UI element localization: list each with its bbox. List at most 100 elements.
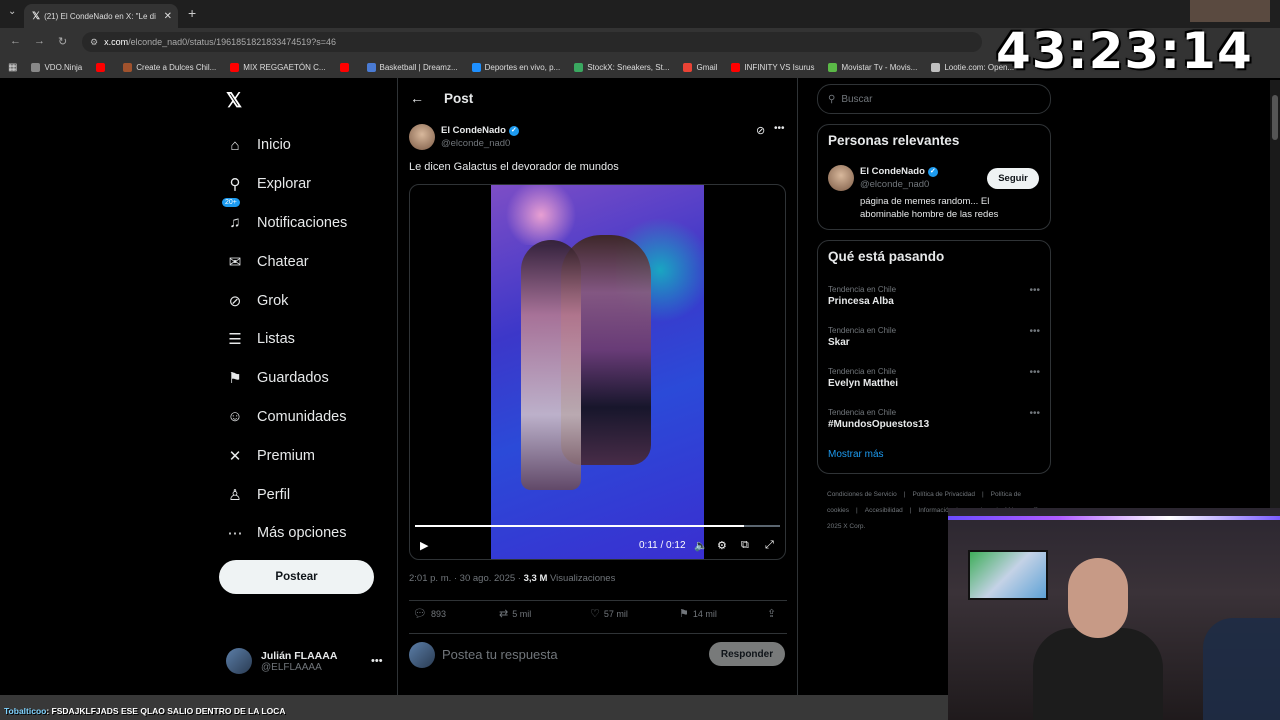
video-player[interactable]: ▶ 0:11 / 0:12 🔈 ⚙ ⧉ ⤢ bbox=[409, 184, 786, 560]
trend-more-icon[interactable]: ••• bbox=[1029, 285, 1040, 296]
tab-title: (21) El CondeNado en X: "Le di bbox=[44, 11, 156, 21]
x-logo-icon[interactable]: 𝕏 bbox=[226, 88, 242, 113]
footer-link[interactable]: Accesibilidad bbox=[865, 507, 903, 514]
account-handle: @ELFLAAAA bbox=[261, 661, 322, 673]
bookmark-label: MIX REGGAETÓN C... bbox=[243, 62, 326, 72]
footer-link[interactable]: Política de Privacidad bbox=[912, 491, 975, 498]
author-name-row[interactable]: El CondeNado ✓ bbox=[441, 125, 519, 136]
bookmark-item[interactable] bbox=[96, 62, 109, 72]
site-info-icon[interactable]: ⚙ bbox=[90, 37, 98, 48]
back-icon[interactable]: ← bbox=[10, 35, 21, 47]
bookmark-label: Create a Dulces Chil... bbox=[136, 62, 217, 72]
sidebar-item-guardados[interactable]: ⚑ Guardados bbox=[226, 359, 347, 398]
share-action[interactable]: ⇪ bbox=[767, 607, 780, 620]
trend-item[interactable]: Tendencia en Chile Princesa Alba ••• bbox=[828, 285, 1040, 307]
video-time: 0:11 / 0:12 bbox=[639, 540, 686, 551]
forward-icon[interactable]: → bbox=[34, 35, 45, 47]
bookmark-item[interactable]: MIX REGGAETÓN C... bbox=[230, 62, 326, 72]
avatar bbox=[409, 642, 435, 668]
trend-name: #MundosOpuestos13 bbox=[828, 419, 930, 430]
sidebar-item-más-opciones[interactable]: ⋯ Más opciones bbox=[226, 514, 347, 553]
url-path: /elconde_nad0/status/1961851821833474519… bbox=[128, 37, 337, 47]
sidebar-item-label: Explorar bbox=[257, 176, 311, 193]
account-switcher[interactable]: Julián FLAAAA @ELFLAAAA bbox=[226, 648, 337, 674]
apps-grid-icon[interactable]: ▦ bbox=[8, 62, 17, 73]
trend-item[interactable]: Tendencia en Chile #MundosOpuestos13 ••• bbox=[828, 408, 1040, 430]
bookmark-item[interactable]: Create a Dulces Chil... bbox=[123, 62, 217, 72]
url-field[interactable]: ⚙ x.com /elconde_nad0/status/19618518218… bbox=[82, 32, 982, 52]
trend-name: Princesa Alba bbox=[828, 296, 894, 307]
reload-icon[interactable]: ↻ bbox=[58, 35, 67, 48]
verified-badge-icon: ✓ bbox=[508, 125, 519, 136]
trend-category: Tendencia en Chile bbox=[828, 408, 897, 417]
bookmark-item[interactable]: StockX: Sneakers, St... bbox=[574, 62, 669, 72]
sidebar-item-label: Inicio bbox=[257, 137, 291, 154]
sidebar-item-perfil[interactable]: ♙ Perfil bbox=[226, 475, 347, 514]
trend-name: Skar bbox=[828, 337, 850, 348]
search-placeholder: Buscar bbox=[841, 93, 873, 105]
bookmark-item[interactable]: Gmail bbox=[683, 62, 717, 72]
bookmark-icon: ⚑ bbox=[228, 370, 242, 388]
search-input[interactable]: ⚲ Buscar bbox=[817, 84, 1051, 114]
page-title: Post bbox=[444, 90, 474, 106]
author-avatar[interactable] bbox=[409, 124, 435, 150]
close-tab-icon[interactable]: ✕ bbox=[164, 11, 172, 22]
bookmark-action[interactable]: ⚑ 14 mil bbox=[679, 607, 717, 620]
list-icon: ☰ bbox=[228, 331, 242, 349]
sidebar-item-label: Chatear bbox=[257, 253, 309, 270]
settings-gear-icon[interactable]: ⚙ bbox=[717, 539, 727, 552]
repost-action[interactable]: ⇄ 5 mil bbox=[499, 607, 531, 620]
reply-icon: 💬︎ bbox=[413, 608, 427, 620]
video-progress-bar[interactable] bbox=[415, 525, 780, 527]
back-arrow-icon[interactable]: ← bbox=[410, 90, 424, 106]
footer-link[interactable]: Condiciones de Servicio bbox=[827, 491, 897, 498]
sidebar-item-grok[interactable]: ⊘ Grok bbox=[226, 281, 347, 320]
bookmark-item[interactable]: Deportes en vivo, p... bbox=[471, 62, 560, 72]
reply-input[interactable]: Postea tu respuesta bbox=[442, 647, 558, 662]
bookmark-item[interactable]: Basketball | Dreamz... bbox=[366, 62, 458, 72]
sidebar-item-notificaciones[interactable]: ♫ 20+ Notificaciones bbox=[222, 197, 347, 243]
sidebar-item-explorar[interactable]: ⚲ Explorar bbox=[226, 165, 347, 204]
new-tab-icon[interactable]: + bbox=[188, 5, 196, 21]
bookmark-item[interactable] bbox=[339, 62, 353, 72]
tab-list-chevron-icon[interactable]: ⌄ bbox=[8, 6, 16, 17]
trend-item[interactable]: Tendencia en Chile Skar ••• bbox=[828, 326, 1040, 348]
sidebar-item-comunidades[interactable]: ☺ Comunidades bbox=[226, 398, 347, 437]
reply-count: 893 bbox=[430, 608, 446, 619]
post-meta: 2:01 p. m. · 30 ago. 2025 · 3,3 M Visual… bbox=[409, 573, 615, 584]
account-name: Julián FLAAAA bbox=[261, 649, 338, 662]
reply-action[interactable]: 💬︎ 893 bbox=[413, 607, 446, 620]
like-count: 57 mil bbox=[603, 608, 628, 619]
like-action[interactable]: ♡ 57 mil bbox=[590, 607, 628, 620]
post-button[interactable]: Postear bbox=[219, 560, 374, 594]
post-more-icon[interactable]: ••• bbox=[774, 123, 785, 134]
fullscreen-icon[interactable]: ⤢ bbox=[765, 539, 774, 552]
account-more-icon[interactable]: ••• bbox=[371, 655, 383, 667]
sidebar-item-listas[interactable]: ☰ Listas bbox=[226, 320, 347, 359]
bookmark-item[interactable]: INFINITY VS Isurus bbox=[731, 62, 814, 72]
show-more-link[interactable]: Mostrar más bbox=[828, 449, 884, 460]
x-favicon-icon: 𝕏 bbox=[32, 10, 41, 22]
reply-button[interactable]: Responder bbox=[709, 642, 785, 666]
relevant-name-row[interactable]: El CondeNado ✓ bbox=[860, 166, 938, 177]
picture-in-picture-icon[interactable]: ⧉ bbox=[741, 539, 749, 552]
sidebar-item-inicio[interactable]: ⌂ Inicio bbox=[226, 126, 347, 165]
trend-more-icon[interactable]: ••• bbox=[1029, 326, 1040, 337]
play-icon[interactable]: ▶ bbox=[420, 539, 428, 552]
volume-icon[interactable]: 🔈 bbox=[694, 539, 708, 552]
repost-icon: ⇄ bbox=[499, 608, 509, 620]
sidebar-item-chatear[interactable]: ✉ Chatear bbox=[226, 242, 347, 281]
browser-tab[interactable]: 𝕏 (21) El CondeNado en X: "Le di ✕ bbox=[24, 4, 178, 28]
trend-more-icon[interactable]: ••• bbox=[1029, 367, 1040, 378]
video-frame[interactable] bbox=[491, 185, 704, 559]
bookmark-item[interactable]: VDO.Ninja bbox=[31, 62, 82, 72]
follow-button[interactable]: Seguir bbox=[987, 168, 1039, 189]
relevant-avatar[interactable] bbox=[828, 165, 854, 191]
sidebar-item-premium[interactable]: ✕ Premium bbox=[226, 436, 347, 475]
trend-more-icon[interactable]: ••• bbox=[1029, 408, 1040, 419]
grok-explain-icon[interactable]: ⊘ bbox=[756, 124, 765, 137]
author-name: El CondeNado bbox=[441, 125, 506, 136]
post-timestamp[interactable]: 2:01 p. m. · 30 ago. 2025 · bbox=[409, 573, 524, 584]
trend-item[interactable]: Tendencia en Chile Evelyn Matthei ••• bbox=[828, 367, 1040, 389]
bookmark-item[interactable]: Movistar Tv - Movis... bbox=[828, 62, 917, 72]
